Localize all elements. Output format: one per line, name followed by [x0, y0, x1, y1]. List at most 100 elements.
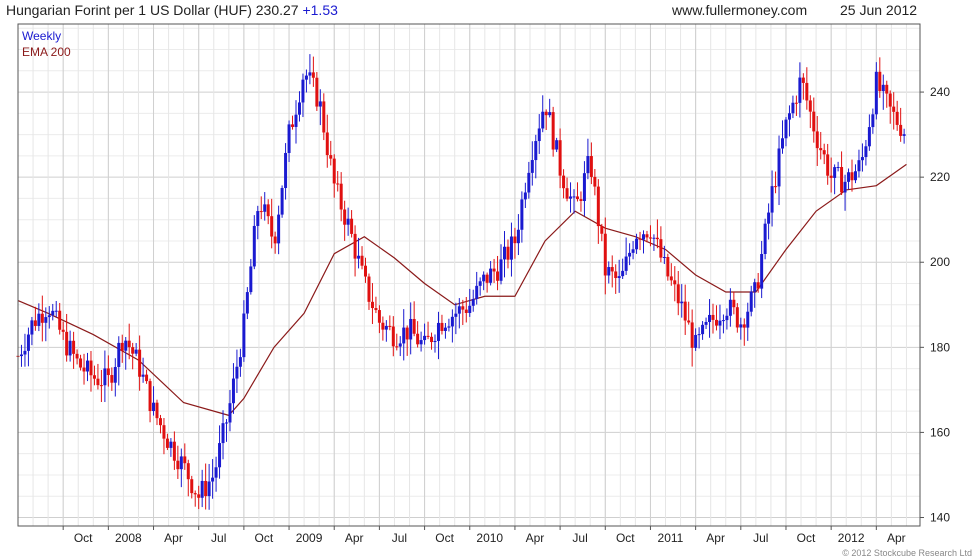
x-tick-label: Apr — [164, 531, 183, 545]
candle-body — [899, 124, 903, 136]
candle-body — [509, 236, 513, 260]
candle-body — [527, 172, 531, 193]
candle-body — [165, 438, 169, 448]
candle-body — [370, 301, 374, 309]
candle-body — [329, 155, 333, 159]
x-tick-label: 2012 — [838, 531, 865, 545]
candle-body — [888, 93, 892, 107]
candle-body — [75, 353, 79, 359]
y-tick-label: 180 — [930, 340, 950, 354]
candle-body — [638, 238, 642, 240]
candle-body — [541, 111, 545, 129]
candle-body — [579, 199, 583, 201]
candle-body — [628, 252, 632, 257]
candle-body — [360, 255, 364, 266]
candle-body — [23, 350, 27, 355]
candle-body — [82, 367, 86, 372]
candle-body — [708, 314, 712, 322]
candle-body — [596, 186, 600, 227]
candle-body — [659, 239, 663, 258]
candle-body — [732, 299, 736, 308]
candle-body — [725, 315, 729, 321]
candle-body — [277, 214, 281, 244]
x-axis: Oct 2008 Apr Jul Oct 2009 Apr Jul Oct 2010 Apr Jul O… — [62, 526, 906, 545]
candle-body — [280, 188, 284, 215]
candle-body — [496, 271, 500, 281]
candle-body — [287, 124, 291, 153]
candle-body — [270, 216, 274, 237]
candle-body — [259, 211, 263, 213]
candle-body — [774, 186, 778, 188]
candle-body — [704, 321, 708, 325]
candle-body — [812, 111, 816, 132]
candle-body — [513, 236, 517, 244]
candle-body — [207, 481, 211, 497]
price-chart: 140 160 180 200 220 240 Oct 2008 Apr Jul Oct 2009 A… — [16, 23, 950, 545]
candle-body — [607, 267, 611, 276]
candle-body — [885, 84, 889, 94]
candle-body — [79, 358, 83, 368]
x-tick-label: Oct — [797, 531, 816, 545]
candle-body — [635, 238, 639, 250]
candle-body — [37, 313, 41, 326]
candle-body — [162, 425, 166, 439]
candle-body — [523, 192, 527, 200]
candle-body — [760, 253, 764, 289]
candle-body — [169, 441, 173, 448]
candle-body — [61, 329, 65, 332]
legend-ema: EMA 200 — [22, 45, 71, 59]
candle-body — [669, 276, 673, 281]
y-tick-label: 140 — [930, 510, 950, 524]
candle-body — [423, 335, 427, 341]
candle-body — [767, 212, 771, 224]
x-tick-label: Jul — [572, 531, 587, 545]
candle-body — [645, 234, 649, 238]
candle-body — [516, 229, 520, 244]
candle-body — [86, 360, 90, 372]
candle-body — [829, 175, 833, 178]
candle-body — [850, 172, 854, 181]
candle-body — [826, 154, 830, 176]
candle-body — [614, 271, 618, 279]
candle-body — [179, 456, 183, 470]
candle-body — [120, 342, 124, 351]
candle-body — [301, 79, 305, 103]
candle-body — [294, 114, 298, 127]
candle-body — [113, 367, 117, 383]
candle-body — [245, 292, 249, 314]
candle-body — [131, 347, 135, 354]
candle-body — [558, 140, 562, 176]
candle-body — [353, 233, 357, 259]
candle-body — [892, 106, 896, 112]
candle-body — [96, 378, 100, 386]
candle-body — [666, 257, 670, 277]
candle-body — [367, 276, 371, 302]
candle-body — [284, 152, 288, 189]
y-tick-label: 160 — [930, 425, 950, 439]
candle-body — [822, 150, 826, 155]
candle-body — [680, 301, 684, 304]
candle-body — [155, 402, 159, 419]
candle-body — [228, 403, 232, 423]
candle-body — [881, 84, 885, 92]
candle-body — [464, 309, 468, 313]
candle-body — [739, 324, 743, 328]
legend-weekly: Weekly — [22, 29, 61, 43]
candle-body — [662, 257, 666, 259]
candle-body — [148, 381, 152, 412]
candle-body — [895, 111, 899, 125]
candle-body — [610, 267, 614, 272]
candle-body — [381, 322, 385, 330]
candle-body — [749, 291, 753, 312]
candle-body — [433, 340, 437, 343]
candle-body — [405, 327, 409, 340]
weekly-candles — [16, 54, 906, 510]
candle-body — [454, 313, 458, 317]
candle-body — [89, 360, 93, 376]
candle-body — [593, 176, 597, 187]
candle-body — [843, 181, 847, 193]
candle-body — [697, 334, 701, 336]
candle-body — [398, 343, 402, 347]
candle-body — [218, 443, 222, 468]
candle-body — [461, 306, 465, 310]
